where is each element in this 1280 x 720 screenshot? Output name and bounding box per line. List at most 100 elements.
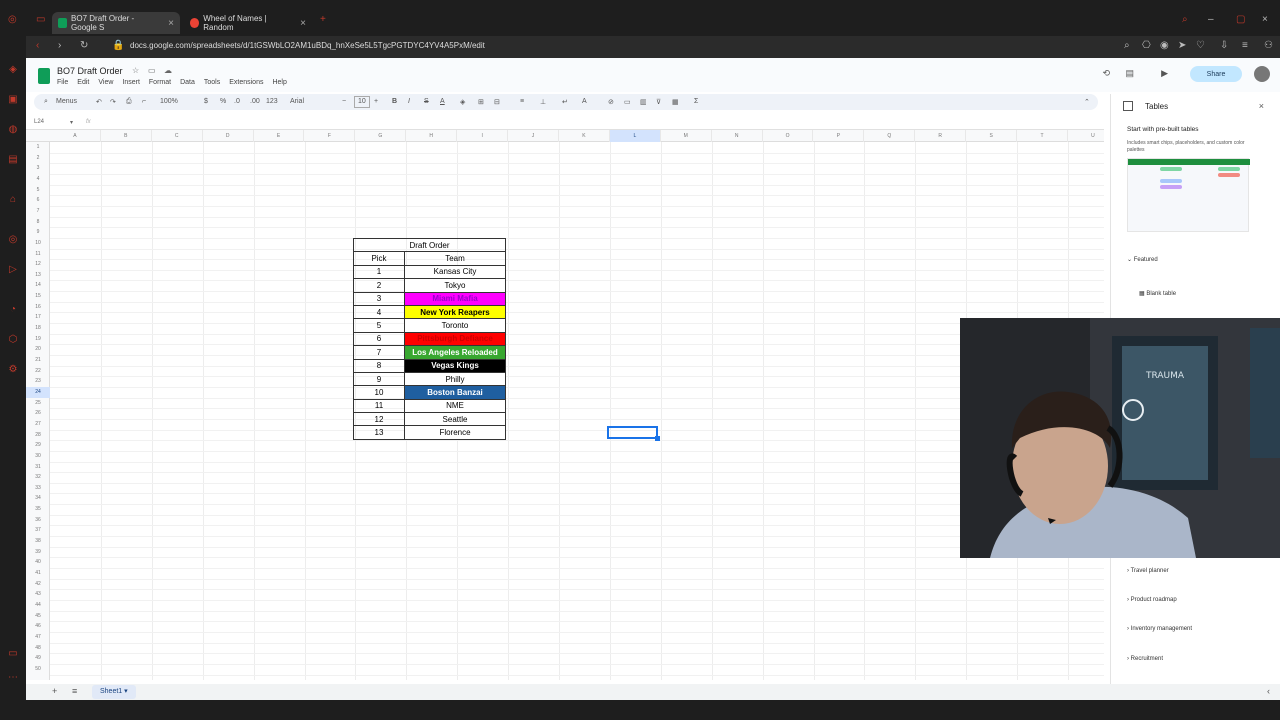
menu-edit[interactable]: Edit <box>77 79 89 86</box>
spreadsheet-grid[interactable]: ABCDEFGHIJKLMNOPQRSTU 1 2 3 4 5 6 7 8 9 10 11 12 13 1… <box>26 130 1104 680</box>
forward-icon[interactable]: › <box>58 40 61 51</box>
comments-icon[interactable]: ▤ <box>1125 68 1134 79</box>
merge-cells-icon[interactable]: ⊟ <box>494 98 500 106</box>
row-header[interactable]: 30 <box>26 451 50 462</box>
share-button[interactable]: Share <box>1190 66 1242 82</box>
template-recruitment[interactable]: › Recruitment <box>1127 656 1163 662</box>
borders-icon[interactable]: ⊞ <box>478 98 484 106</box>
row-header[interactable]: 42 <box>26 579 50 590</box>
bold-icon[interactable]: B <box>392 98 397 105</box>
decrease-decimal-icon[interactable]: .0 <box>234 98 240 105</box>
row-header[interactable]: 41 <box>26 568 50 579</box>
team-cell[interactable]: Los Angeles Reloaded <box>404 345 506 360</box>
row-header[interactable]: 24 <box>26 386 50 398</box>
undo-icon[interactable]: ↶ <box>96 98 102 106</box>
row-header[interactable]: 34 <box>26 493 50 504</box>
row-header[interactable]: 39 <box>26 547 50 558</box>
download-icon[interactable]: ⇩ <box>1220 40 1228 51</box>
featured-section[interactable]: ⌄ Featured <box>1127 256 1158 263</box>
column-header[interactable]: J <box>508 130 559 142</box>
strikethrough-icon[interactable]: S <box>424 98 429 105</box>
all-sheets-icon[interactable]: ≡ <box>72 686 77 696</box>
row-header[interactable]: 17 <box>26 312 50 323</box>
name-box[interactable]: L24 <box>34 119 44 125</box>
maximize-icon[interactable]: ▢ <box>1236 14 1245 25</box>
menu-insert[interactable]: Insert <box>122 79 140 86</box>
row-header[interactable]: 46 <box>26 621 50 632</box>
wrap-icon[interactable]: ↵ <box>562 98 568 106</box>
column-header[interactable]: F <box>305 130 356 142</box>
search-icon[interactable]: ⌕ <box>1124 40 1130 51</box>
history-icon[interactable]: ⟲ <box>1102 68 1110 79</box>
paint-format-icon[interactable]: ⌐ <box>142 98 146 105</box>
functions-icon[interactable]: Σ <box>694 98 698 105</box>
row-header[interactable]: 16 <box>26 302 50 313</box>
new-tab-icon[interactable]: + <box>320 14 326 25</box>
opera-menu-icon[interactable]: ◎ <box>8 14 17 25</box>
team-cell[interactable]: Miami Mafia <box>404 291 506 306</box>
row-header[interactable]: 37 <box>26 525 50 536</box>
row-header[interactable]: 8 <box>26 217 50 228</box>
column-header[interactable]: C <box>152 130 203 142</box>
row-header[interactable]: 13 <box>26 270 50 281</box>
pick-column-header[interactable]: Pick <box>353 251 405 266</box>
column-header[interactable]: M <box>661 130 712 142</box>
menu-extensions[interactable]: Extensions <box>229 79 263 86</box>
translate-icon[interactable]: ⎔ <box>1142 40 1151 51</box>
row-header[interactable]: 29 <box>26 440 50 451</box>
print-icon[interactable]: ⎙ <box>126 98 132 106</box>
increase-decimal-icon[interactable]: .00 <box>250 98 260 105</box>
zoom-select[interactable]: 100% <box>160 98 178 105</box>
increase-font-icon[interactable]: + <box>374 98 378 105</box>
close-tab-icon[interactable]: × <box>168 18 174 29</box>
column-header[interactable]: E <box>254 130 305 142</box>
row-header[interactable]: 3 <box>26 163 50 174</box>
pick-cell[interactable]: 6 <box>353 331 405 347</box>
template-product-roadmap[interactable]: › Product roadmap <box>1127 597 1177 603</box>
heart-icon[interactable]: ♡ <box>1196 40 1205 51</box>
pick-cell[interactable]: 4 <box>353 304 405 320</box>
font-size-input[interactable]: 10 <box>354 96 370 108</box>
row-header[interactable]: 5 <box>26 185 50 196</box>
avatar[interactable] <box>1254 66 1270 82</box>
star-icon[interactable]: ☆ <box>132 66 139 75</box>
row-header[interactable]: 1 <box>26 142 50 153</box>
menu-help[interactable]: Help <box>272 79 286 86</box>
name-box-dropdown-icon[interactable]: ▾ <box>70 119 73 126</box>
vertical-align-icon[interactable]: ⊥ <box>540 98 546 106</box>
close-window-icon[interactable]: × <box>1262 14 1268 25</box>
pick-cell[interactable]: 5 <box>353 318 405 333</box>
close-icon[interactable]: × <box>1259 101 1264 111</box>
sidebar-app-icon[interactable]: ◎ <box>7 234 19 246</box>
team-cell[interactable]: Vegas Kings <box>404 358 506 373</box>
menu-view[interactable]: View <box>98 79 113 86</box>
row-header[interactable]: 43 <box>26 589 50 600</box>
tab-draft-order[interactable]: BO7 Draft Order - Google S × <box>52 12 180 34</box>
team-column-header[interactable]: Team <box>404 251 506 266</box>
currency-icon[interactable]: $ <box>204 98 208 105</box>
team-cell[interactable]: Philly <box>404 371 506 387</box>
team-cell[interactable]: Boston Banzai <box>404 385 506 400</box>
row-header[interactable]: 11 <box>26 249 50 260</box>
sidebar-app-icon[interactable]: ▤ <box>7 154 19 166</box>
row-header[interactable]: 14 <box>26 280 50 291</box>
back-icon[interactable]: ‹ <box>36 40 39 51</box>
row-header[interactable]: 19 <box>26 334 50 345</box>
team-cell[interactable]: Pittsburgh Defiance <box>404 331 506 347</box>
column-header[interactable]: I <box>457 130 509 142</box>
decrease-font-icon[interactable]: − <box>342 98 346 105</box>
table-title[interactable]: Draft Order <box>353 237 506 253</box>
column-header[interactable]: O <box>763 130 814 142</box>
row-header[interactable]: 22 <box>26 366 50 377</box>
document-title[interactable]: BO7 Draft Order <box>57 66 123 76</box>
cloud-status-icon[interactable]: ☁ <box>164 66 172 75</box>
team-cell[interactable]: Seattle <box>404 412 506 427</box>
italic-icon[interactable]: I <box>408 98 410 105</box>
account-icon[interactable]: ⚇ <box>1264 40 1273 51</box>
column-header[interactable]: R <box>915 130 967 142</box>
row-header[interactable]: 9 <box>26 227 50 238</box>
pick-cell[interactable]: 10 <box>353 385 405 400</box>
percent-button[interactable]: % <box>220 98 226 105</box>
row-header[interactable]: 28 <box>26 430 50 441</box>
more-formats-button[interactable]: 123 <box>266 98 278 105</box>
